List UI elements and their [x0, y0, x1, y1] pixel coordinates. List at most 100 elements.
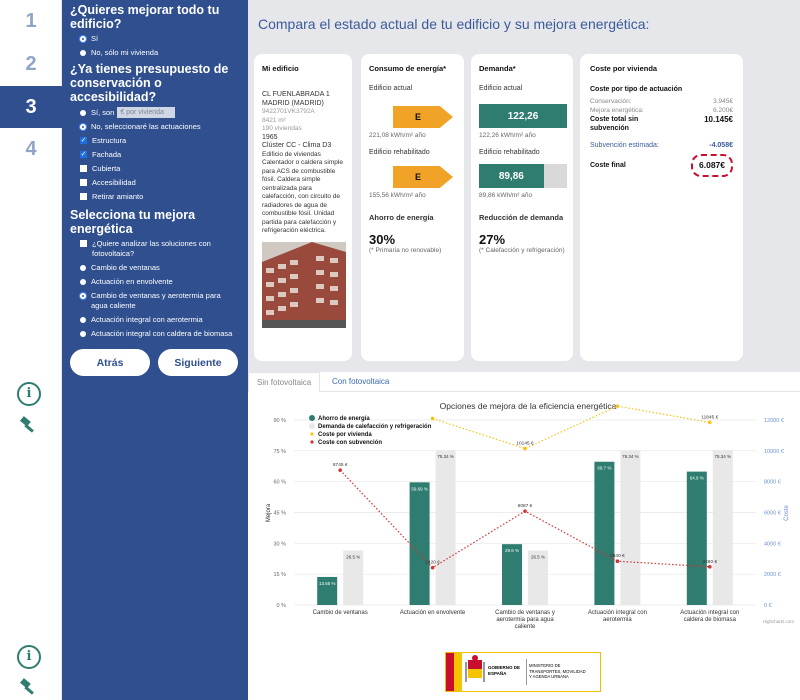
check-fachada[interactable]: ✓ Fachada	[70, 150, 238, 160]
chart-tabs: Sin fotovoltaica Con fotovoltaica	[248, 372, 800, 392]
consumo-actual-value: 221,08 kWh/m² año	[369, 132, 426, 139]
checkbox-icon[interactable]	[80, 193, 87, 200]
radio-icon[interactable]	[80, 331, 86, 337]
next-button[interactable]: Siguiente	[158, 349, 238, 376]
gavel-icon[interactable]	[18, 416, 38, 434]
demanda-actual-value: 122,26 kWh/m² año	[479, 132, 536, 139]
info-icon-bottom[interactable]: i	[17, 645, 41, 669]
bar-label: 64.9 %	[690, 476, 704, 481]
radio-budget-no[interactable]: No, seleccionaré las actuaciones	[70, 122, 238, 132]
radio-label: Cambio de ventanas	[91, 263, 160, 272]
check-fotovoltaica[interactable]: ¿Quiere analizar las soluciones con foto…	[70, 239, 238, 259]
radio-icon[interactable]	[80, 317, 86, 323]
radio-icon[interactable]	[80, 279, 86, 285]
card-title: Consumo de energía*	[369, 64, 447, 73]
check-cubierta[interactable]: Cubierta	[70, 164, 238, 174]
consumo-actual-label: Edificio actual	[369, 85, 413, 92]
radio-envolvente[interactable]: Actuación en envolvente	[70, 277, 238, 287]
checkbox-icon[interactable]	[80, 240, 87, 247]
bar-label: 26.5 %	[346, 555, 360, 560]
radio-icon[interactable]	[80, 265, 86, 271]
check-accesibilidad[interactable]: Accesibilidad	[70, 178, 238, 188]
subvencion-row: Subvención estimada: -4.058€	[590, 141, 733, 150]
checkbox-label: Cubierta	[92, 164, 121, 173]
radio-selected-icon[interactable]	[80, 293, 86, 299]
subvencion-label: Subvención estimada:	[590, 142, 659, 149]
legend-item: Ahorro de energía	[318, 416, 370, 422]
point-2-4	[708, 420, 712, 425]
checkbox-checked-icon[interactable]: ✓	[80, 151, 87, 158]
coste-total-value: 10.145€	[704, 115, 733, 124]
ahorro-value: 30%	[369, 232, 396, 247]
info-icon[interactable]: i	[17, 382, 41, 406]
demanda-rehab-fill: 89,86	[479, 164, 544, 188]
y2-axis-label: Coste	[784, 505, 790, 521]
legend-marker	[309, 415, 315, 421]
tab-con-fotovoltaica[interactable]: Con fotovoltaica	[324, 372, 397, 392]
point-label: 10145 €	[516, 441, 534, 447]
per-vivienda-input[interactable]: € por vivienda	[117, 107, 176, 118]
consumo-card: Consumo de energía* Edificio actual E 22…	[361, 54, 464, 361]
check-amianto[interactable]: Retirar amianto	[70, 192, 238, 202]
step-3[interactable]: 3	[0, 86, 62, 128]
step-4[interactable]: 4	[0, 128, 62, 171]
radio-budget-yes[interactable]: Sí, son € por vivienda	[70, 107, 238, 118]
main-content: Compara el estado actual de tu edificio …	[248, 0, 800, 700]
consumo-actual-class: E	[393, 106, 453, 128]
flag-stripe	[454, 653, 462, 691]
radio-whole-no[interactable]: No, sólo mi vivienda	[70, 48, 238, 58]
radio-ventanas-aerotermia[interactable]: Cambio de ventanas y aerotermia para agu…	[70, 291, 238, 311]
y2-tick-label: 0 €	[764, 603, 772, 609]
radio-selected-icon[interactable]	[80, 124, 86, 130]
demanda-rehab-value: 89,86 kWh/m² año	[479, 192, 533, 199]
y-axis-label: Mejora	[266, 503, 272, 522]
back-button[interactable]: Atrás	[70, 349, 150, 376]
point-3-2	[523, 509, 527, 513]
point-2-1	[430, 416, 435, 421]
legend-item: Coste con subvención	[318, 440, 382, 446]
legend-marker	[310, 432, 314, 436]
reduccion-title: Reducción de demanda	[479, 213, 564, 222]
consumo-rehab-class: E	[393, 166, 453, 188]
reduccion-note: (* Calefacción y refrigeración)	[479, 247, 565, 254]
radio-label: Actuación integral con caldera de biomas…	[91, 329, 233, 338]
checkbox-label: Retirar amianto	[92, 192, 144, 201]
check-estructura[interactable]: ✓ Estructura	[70, 136, 238, 146]
bar-label: 69.7 %	[597, 466, 611, 471]
checkbox-checked-icon[interactable]: ✓	[80, 137, 87, 144]
x-category-label: caldera de biomasa	[684, 617, 737, 623]
point-3-0	[338, 468, 342, 472]
question-budget: ¿Ya tienes presupuesto de conservación o…	[70, 62, 229, 104]
checkbox-icon[interactable]	[80, 179, 87, 186]
radio-selected-icon[interactable]	[80, 36, 86, 42]
reduccion-value: 27%	[479, 232, 506, 247]
radio-whole-yes[interactable]: Sí	[70, 34, 238, 44]
radio-icon[interactable]	[80, 109, 86, 116]
radio-integral-biomasa[interactable]: Actuación integral con caldera de biomas…	[70, 329, 238, 339]
chart-title: Opciones de mejora de la eficiencia ener…	[440, 401, 617, 411]
checkbox-icon[interactable]	[80, 165, 87, 172]
legend-item: Demanda de calefacción y refrigeración	[318, 424, 432, 430]
radio-icon[interactable]	[80, 50, 86, 56]
question-energy: Selecciona tu mejora energética	[70, 208, 196, 236]
tab-sin-fotovoltaica[interactable]: Sin fotovoltaica	[248, 372, 321, 392]
bar-label: 75.34 %	[715, 454, 732, 459]
bar-label: 29.6 %	[505, 548, 519, 553]
radio-label: Cambio de ventanas y aerotermia para agu…	[91, 291, 221, 310]
bar-label: 26.5 %	[531, 555, 545, 560]
coste-subtitle: Coste por tipo de actuación	[590, 86, 683, 93]
bar-0-4	[686, 471, 707, 605]
step-1[interactable]: 1	[0, 0, 62, 43]
demanda-rehab-label: Edificio rehabilitado	[479, 149, 540, 156]
step-2[interactable]: 2	[0, 43, 62, 86]
radio-integral-aerotermia[interactable]: Actuación integral con aerotermia	[70, 315, 238, 325]
coste-final-row: Coste final 6.087€	[590, 154, 733, 177]
gavel-icon-bottom[interactable]	[18, 678, 38, 696]
page-title: Compara el estado actual de tu edificio …	[258, 16, 650, 32]
coste-row-value: 3.945€	[713, 98, 733, 105]
y-tick-label: 90 %	[273, 418, 286, 424]
bar-label: 75.34 %	[622, 454, 639, 459]
card-title: Coste por vivienda	[590, 64, 658, 73]
x-category-label: Cambio de ventanas y	[495, 610, 555, 616]
radio-ventanas[interactable]: Cambio de ventanas	[70, 263, 238, 273]
